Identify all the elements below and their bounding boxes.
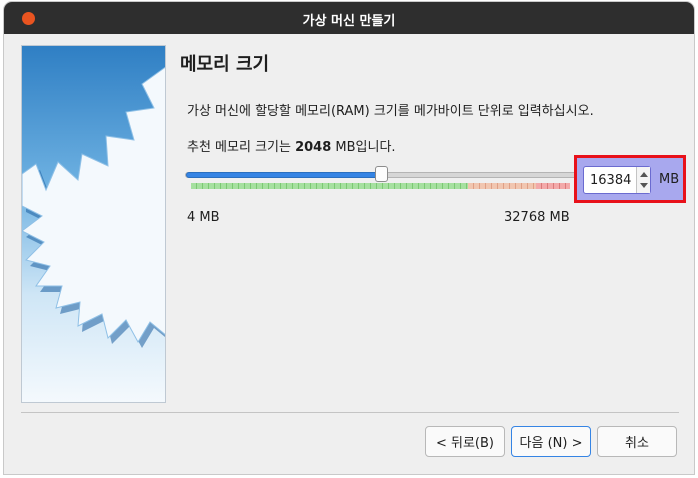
window-title: 가상 머신 만들기 (302, 14, 396, 29)
memory-size-spinbox[interactable]: 16384 (583, 166, 651, 194)
range-warning-zone (468, 183, 536, 189)
slider-min-label: 4 MB (187, 210, 220, 225)
recommend-prefix: 추천 메모리 크기는 (187, 140, 296, 155)
range-safe-zone (191, 183, 468, 189)
cancel-button[interactable]: 취소 (597, 426, 677, 457)
chevron-up-icon[interactable] (640, 172, 648, 177)
memory-size-highlight: 16384 MB (574, 155, 686, 203)
recommend-suffix: MB입니다. (331, 140, 396, 155)
memory-slider-fill (186, 172, 382, 178)
recommend-value: 2048 (295, 140, 332, 155)
memory-description: 가상 머신에 할당할 메모리(RAM) 크기를 메가바이트 단위로 입력하십시오… (187, 104, 594, 119)
page-title: 메모리 크기 (180, 54, 270, 75)
dialog-window: 가상 머신 만들기 메모리 크기 가상 머신에 할당할 메모리(RAM) 크기를… (4, 2, 694, 474)
range-danger-zone (536, 183, 570, 189)
memory-unit-label: MB (659, 172, 680, 187)
spinbox-arrows (636, 167, 650, 193)
memory-range-indicator (191, 183, 571, 189)
next-button[interactable]: 다음 (N) > (511, 426, 591, 457)
recommended-memory-text: 추천 메모리 크기는 2048 MB입니다. (187, 136, 396, 155)
back-button[interactable]: < 뒤로(B) (425, 426, 505, 457)
chevron-down-icon[interactable] (640, 183, 648, 188)
title-bar[interactable]: 가상 머신 만들기 (4, 2, 694, 34)
memory-slider-handle[interactable] (375, 166, 388, 182)
memory-size-input[interactable]: 16384 (590, 173, 631, 188)
wizard-side-image (21, 45, 166, 403)
slider-max-label: 32768 MB (504, 210, 570, 225)
footer-divider (21, 412, 679, 413)
gear-badge-illustration (22, 66, 165, 348)
